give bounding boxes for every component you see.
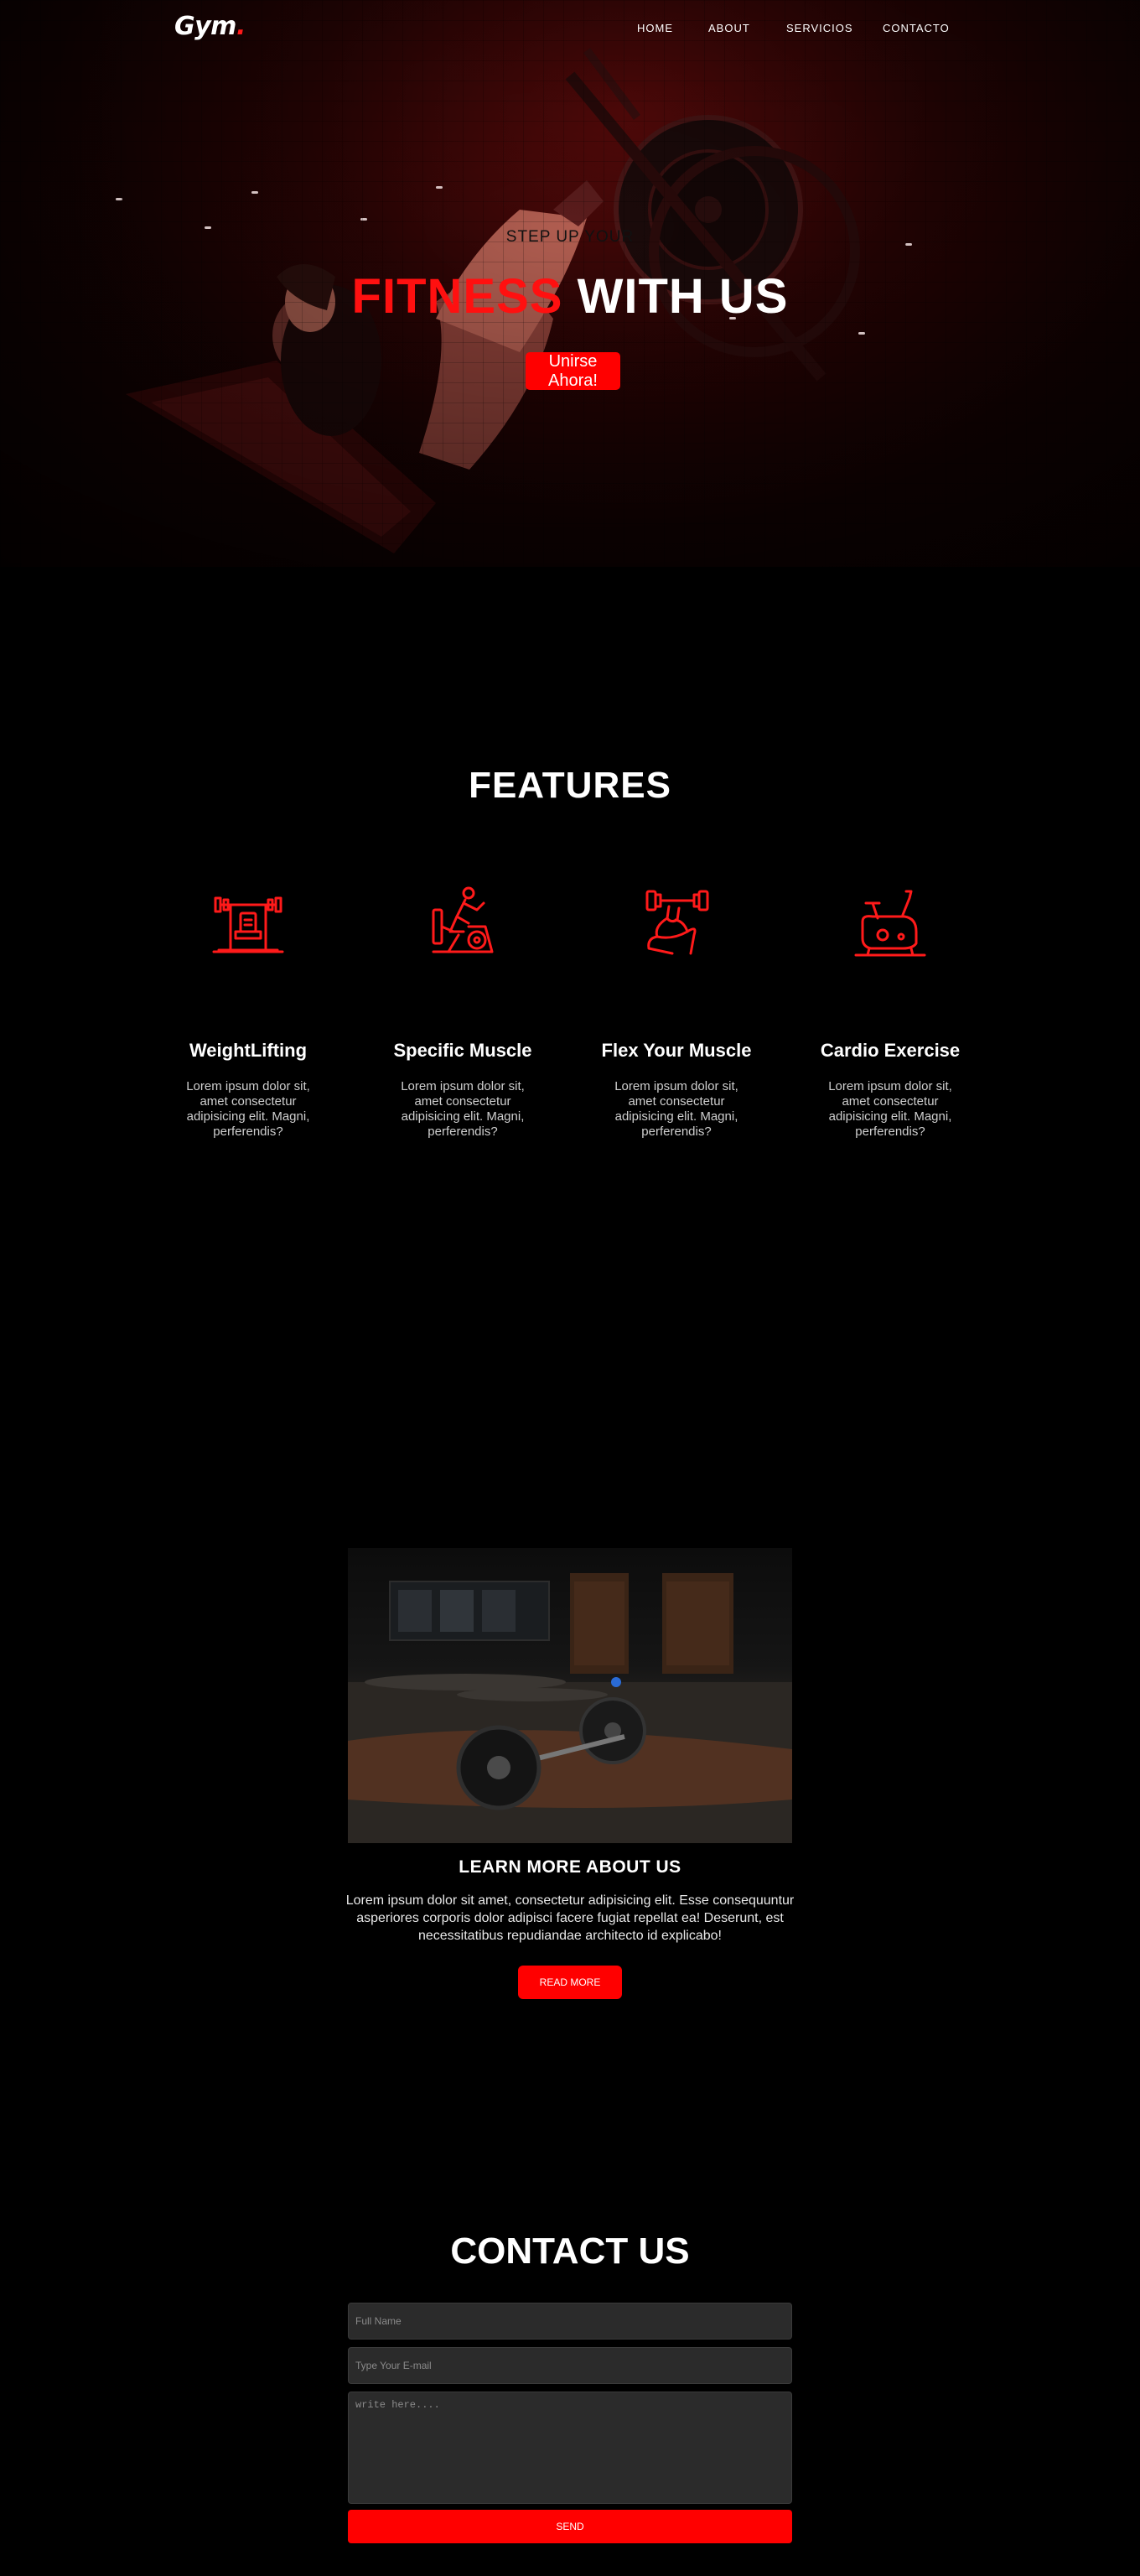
feature-description: Lorem ipsum dolor sit, amet consectetur … <box>186 1079 310 1139</box>
hero-section: Gym. HOME ABOUT SERVICIOS CONTACTO STEP … <box>0 0 1140 567</box>
hero-title-highlight: FITNESS <box>351 269 563 324</box>
about-title: LEARN MORE ABOUT US <box>459 1857 681 1877</box>
logo-text: Gym <box>174 12 236 41</box>
full-name-input[interactable] <box>348 2303 792 2340</box>
logo-dot: . <box>236 12 246 41</box>
muscle-machine-icon <box>432 886 494 953</box>
feature-name: Specific Muscle <box>393 1040 532 1061</box>
weightlifting-icon <box>212 896 284 953</box>
email-input[interactable] <box>348 2347 792 2384</box>
logo[interactable]: Gym. <box>174 12 246 41</box>
hero-subtitle: STEP UP YOUR <box>505 228 635 246</box>
feature-description: Lorem ipsum dolor sit, amet consectetur … <box>614 1079 738 1139</box>
flex-muscle-icon <box>645 890 709 955</box>
feature-card-flex-muscle: Flex Your Muscle Lorem ipsum dolor sit, … <box>594 885 759 1139</box>
nav-link-servicios[interactable]: SERVICIOS <box>786 22 853 34</box>
message-textarea[interactable] <box>348 2392 792 2504</box>
exercise-bike-icon <box>854 890 926 957</box>
feature-name: Cardio Exercise <box>820 1040 961 1061</box>
hero-title: FITNESS WITH US <box>0 268 1140 325</box>
feature-description: Lorem ipsum dolor sit, amet consectetur … <box>828 1079 952 1139</box>
feature-name: WeightLifting <box>189 1040 308 1061</box>
contact-title: CONTACT US <box>450 2231 690 2272</box>
nav-link-contacto[interactable]: CONTACTO <box>883 22 950 34</box>
send-button[interactable]: SEND <box>348 2510 792 2543</box>
about-image <box>348 1548 792 1843</box>
features-title: FEATURES <box>469 765 671 806</box>
feature-description: Lorem ipsum dolor sit, amet consectetur … <box>401 1079 525 1139</box>
feature-card-cardio: Cardio Exercise Lorem ipsum dolor sit, a… <box>808 885 972 1139</box>
hero-title-rest: WITH US <box>577 269 789 324</box>
nav-link-home[interactable]: HOME <box>637 22 673 34</box>
join-now-button[interactable]: Unirse Ahora! <box>526 352 620 390</box>
navbar: Gym. HOME ABOUT SERVICIOS CONTACTO <box>0 0 1140 59</box>
about-description: Lorem ipsum dolor sit amet, consectetur … <box>345 1893 795 1943</box>
feature-name: Flex Your Muscle <box>601 1040 752 1061</box>
feature-card-specific-muscle: Specific Muscle Lorem ipsum dolor sit, a… <box>381 885 545 1139</box>
hero-text: STEP UP YOUR <box>0 228 1140 247</box>
nav-link-about[interactable]: ABOUT <box>708 22 750 34</box>
feature-card-weightlifting: WeightLifting Lorem ipsum dolor sit, ame… <box>166 885 330 1139</box>
read-more-button[interactable]: READ MORE <box>518 1966 622 1999</box>
